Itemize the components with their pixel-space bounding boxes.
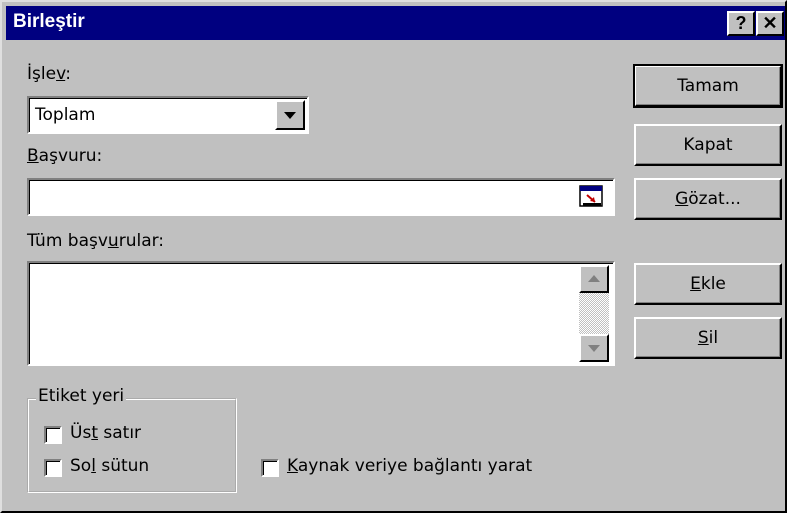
collapse-dialog-icon — [579, 185, 603, 207]
all-references-label: Tüm başvurular: — [27, 231, 165, 251]
close-button[interactable]: Kapat — [634, 124, 782, 166]
add-button[interactable]: Ekle — [634, 263, 782, 305]
function-dropdown[interactable]: Toplam — [27, 96, 309, 134]
scroll-up-button[interactable] — [579, 265, 609, 293]
browse-button[interactable]: Gözat... — [634, 178, 782, 220]
top-row-label[interactable]: Üst satır — [70, 423, 141, 443]
scroll-down-button[interactable] — [579, 334, 609, 362]
chevron-up-icon — [588, 275, 600, 282]
create-links-label[interactable]: Kaynak veriye bağlantı yarat — [287, 456, 532, 476]
ok-button[interactable]: Tamam — [633, 64, 783, 108]
reference-label: Başvuru: — [27, 146, 103, 166]
title-bar[interactable]: Birleştir ? ✕ — [6, 6, 785, 40]
function-dropdown-button[interactable] — [275, 100, 305, 130]
help-button[interactable]: ? — [727, 11, 755, 36]
collapse-dialog-button[interactable] — [579, 185, 605, 209]
left-column-checkbox[interactable] — [44, 459, 62, 477]
create-links-checkbox[interactable] — [261, 459, 279, 477]
top-row-checkbox[interactable] — [44, 426, 62, 444]
all-references-list[interactable] — [27, 261, 615, 366]
window-title: Birleştir — [13, 11, 85, 32]
vertical-scrollbar[interactable] — [579, 265, 609, 362]
left-column-label[interactable]: Sol sütun — [70, 456, 149, 476]
label-location-group — [27, 398, 237, 493]
label-location-title: Etiket yeri — [36, 386, 127, 406]
dialog-window: Birleştir ? ✕ İşlev: Toplam Başvuru: Tüm… — [0, 0, 787, 513]
reference-input[interactable] — [27, 178, 615, 216]
chevron-down-icon — [588, 345, 600, 352]
chevron-down-icon — [284, 112, 296, 119]
delete-button[interactable]: Sil — [634, 317, 782, 359]
function-label: İşlev: — [27, 64, 71, 84]
function-selected-value: Toplam — [35, 105, 96, 125]
close-window-button[interactable]: ✕ — [756, 11, 784, 36]
